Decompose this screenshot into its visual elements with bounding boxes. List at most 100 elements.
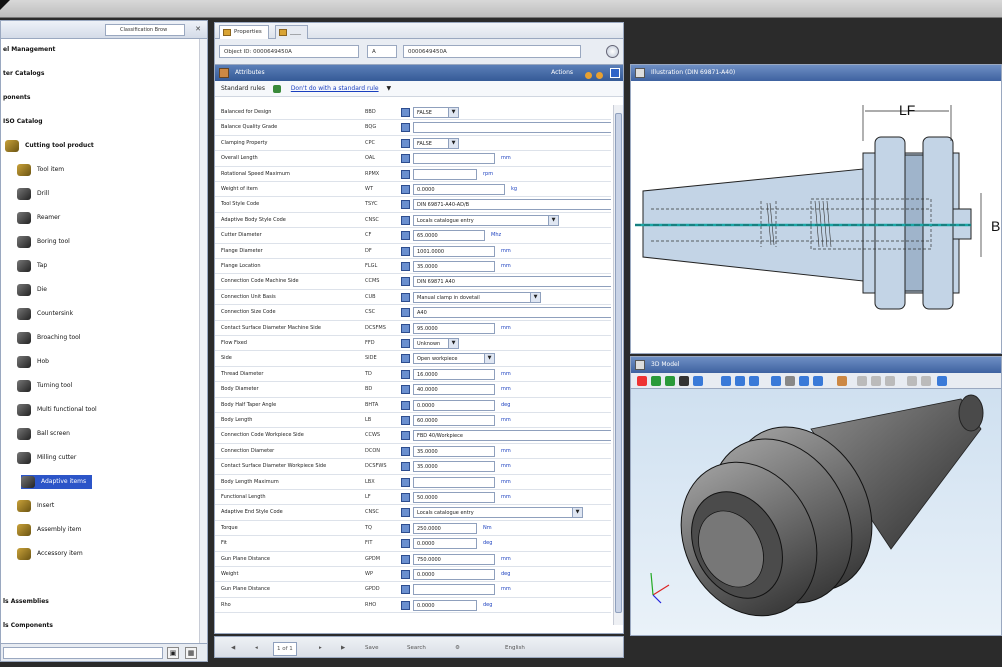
attribute-edit-icon[interactable] [401,308,410,318]
attribute-unit[interactable]: rpm [483,167,493,182]
attribute-edit-icon[interactable] [401,600,410,610]
tree-item[interactable]: ter Catalogs [3,67,44,81]
attribute-edit-icon[interactable] [401,185,410,194]
tree-item[interactable]: el Management [3,43,55,57]
attribute-input[interactable] [413,168,477,180]
tree-item[interactable]: Die [17,283,47,297]
fit-icon[interactable] [721,376,731,386]
filter-icon[interactable]: ▣ [167,647,179,659]
rotate-icon[interactable] [771,376,781,386]
record-icon[interactable] [679,376,689,386]
tree-item[interactable]: ISO Catalog [3,115,43,129]
attribute-edit-icon[interactable] [401,554,410,564]
object-name-field[interactable]: 0000649450A [403,45,581,58]
attribute-input[interactable]: 16.0000 [413,368,495,380]
attribute-unit[interactable]: mm [501,490,511,505]
tree-item[interactable]: Drill [17,187,49,201]
attribute-edit-icon[interactable] [401,246,410,256]
reset-icon[interactable] [665,376,675,386]
paste-icon[interactable] [871,376,881,386]
tree-item[interactable]: Turning tool [17,379,72,393]
attribute-edit-icon[interactable] [401,462,410,472]
attribute-unit[interactable]: kg [511,182,517,197]
tree-item[interactable]: Tap [17,259,47,273]
attribute-edit-icon[interactable] [401,585,410,595]
attribute-edit-icon[interactable] [401,108,410,117]
attribute-input[interactable] [413,476,495,488]
attribute-edit-icon[interactable] [401,169,410,179]
standard-rules-link[interactable]: Don't do with a standard rule [291,85,379,92]
attribute-select[interactable]: FALSE ▼ [413,107,459,118]
tree-item[interactable]: Boring tool [17,235,70,249]
tree-item[interactable]: Assembly item [17,523,81,537]
tree-item[interactable]: Ball screen [17,427,70,441]
close-icon[interactable]: ✕ [195,25,201,33]
chevron-down-icon[interactable]: ▼ [572,508,582,518]
export-icon[interactable] [921,376,931,386]
chevron-down-icon[interactable]: ▼ [448,108,458,117]
tree-item[interactable]: ponents [3,91,30,105]
chevron-down-icon[interactable]: ▼ [448,339,458,348]
attribute-edit-icon[interactable] [401,369,410,379]
next-page-icon[interactable]: ▸ [319,642,322,654]
attribute-unit[interactable]: mm [501,321,511,336]
view-icon[interactable] [749,376,759,386]
wifi-icon[interactable] [651,376,661,386]
revision-field[interactable]: A [367,45,397,58]
attribute-unit[interactable]: mm [501,244,511,259]
undo-icon[interactable] [885,376,895,386]
attribute-edit-icon[interactable] [401,215,410,225]
attribute-unit[interactable]: mm [501,367,511,382]
attribute-select[interactable]: Manual clamp in dovetail ▼ [413,291,541,303]
first-page-icon[interactable]: ◀ [231,642,235,654]
attribute-input[interactable]: FBD 40/Workpiece [413,430,611,442]
attribute-input[interactable]: 35.0000 [413,461,495,473]
attribute-input[interactable]: 0.0000 [413,184,505,195]
attribute-input[interactable]: 65.0000 [413,230,485,242]
attribute-input[interactable] [413,153,495,165]
attribute-input[interactable]: 1001.0000 [413,245,495,257]
attribute-select[interactable]: Locals catalogue entry ▼ [413,214,559,226]
tree-item[interactable]: Cutting tool product [5,139,94,153]
attribute-input[interactable]: 0.0000 [413,569,495,580]
prev-page-icon[interactable]: ◂ [255,642,258,654]
section-icon[interactable] [837,376,847,386]
filter-input[interactable] [3,647,163,659]
search-button[interactable]: Search [407,642,426,654]
attribute-unit[interactable]: deg [501,398,510,413]
attribute-unit[interactable]: mm [501,259,511,274]
attribute-input[interactable]: 40.0000 [413,384,495,396]
tree-item[interactable]: Tool item [17,163,64,177]
info-icon[interactable] [937,376,947,386]
attribute-unit[interactable]: deg [483,536,492,551]
attribute-edit-icon[interactable] [401,539,410,549]
attribute-edit-icon[interactable] [401,570,410,579]
tree-scrollbar[interactable] [199,39,207,659]
attribute-edit-icon[interactable] [401,431,410,441]
tree-item[interactable]: Insert [17,499,54,513]
attribute-edit-icon[interactable] [401,400,410,410]
chevron-down-icon[interactable]: ▼ [387,85,392,92]
settings-icon[interactable]: ⚙ [455,642,460,654]
options-icon[interactable]: ▦ [185,647,197,659]
attribute-edit-icon[interactable] [401,354,410,364]
copy-icon[interactable] [857,376,867,386]
attribute-unit[interactable]: Nm [483,521,492,536]
attribute-edit-icon[interactable] [401,339,410,348]
scrollbar-thumb[interactable] [615,113,622,613]
tree-item[interactable]: Reamer [17,211,60,225]
attribute-edit-icon[interactable] [401,493,410,502]
attribute-edit-icon[interactable] [401,292,410,302]
classification-browser-tab[interactable]: Classification Brow [105,24,185,36]
attribute-input[interactable]: 0.0000 [413,399,495,411]
attribute-select[interactable]: Unknown ▼ [413,338,459,349]
tree-item[interactable]: Countersink [17,307,73,321]
page-indicator[interactable]: 1 of 1 [273,642,297,656]
attribute-unit[interactable]: mm [501,382,511,397]
attribute-unit[interactable]: mm [501,475,511,490]
attribute-input[interactable]: 750.0000 [413,553,495,565]
refresh-icon[interactable] [606,45,619,58]
attribute-unit[interactable]: mm [501,459,511,474]
attributes-scrollbar[interactable] [613,105,623,625]
attribute-input[interactable]: 95.0000 [413,322,495,334]
